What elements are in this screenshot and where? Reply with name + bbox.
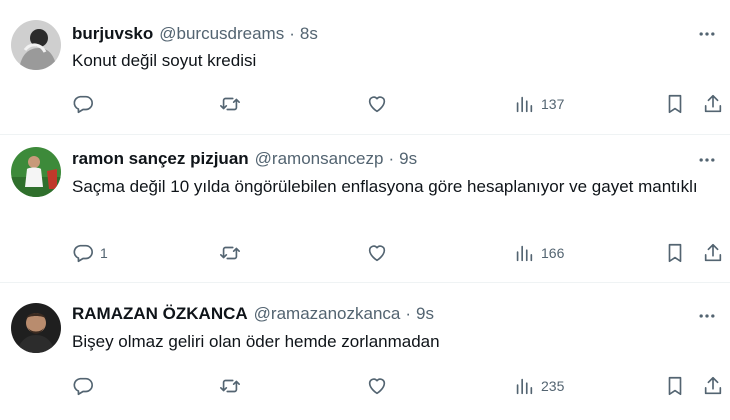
- like-button[interactable]: [366, 369, 388, 403]
- avatar[interactable]: [11, 303, 61, 353]
- more-button[interactable]: [690, 148, 724, 172]
- timestamp[interactable]: 9s: [399, 149, 417, 169]
- avatar[interactable]: [11, 147, 61, 197]
- tweet-text: Konut değil soyut kredisi: [72, 51, 257, 70]
- share-icon: [704, 243, 722, 262]
- retweet-icon: [220, 97, 240, 111]
- action-bar: 235: [0, 369, 730, 403]
- user-handle[interactable]: @burcusdreams: [159, 24, 284, 44]
- reply-button[interactable]: [72, 87, 100, 121]
- tweet[interactable]: RAMAZAN ÖZKANCA @ramazanozkanca · 9s Biş…: [0, 283, 730, 420]
- heart-icon: [368, 245, 386, 262]
- share-button[interactable]: [702, 87, 724, 121]
- reply-icon: [73, 377, 93, 396]
- tweet-header: ramon sançez pizjuan @ramonsancezp · 9s: [72, 148, 670, 170]
- avatar[interactable]: [11, 20, 61, 70]
- user-handle[interactable]: @ramazanozkanca: [254, 304, 401, 324]
- tweet[interactable]: burjuvsko @burcusdreams · 8s Konut değil…: [0, 0, 730, 135]
- views-count: 137: [541, 96, 565, 112]
- reply-count: 1: [100, 245, 108, 261]
- display-name[interactable]: RAMAZAN ÖZKANCA: [72, 304, 248, 324]
- share-icon: [704, 94, 722, 113]
- bookmark-button[interactable]: [664, 369, 686, 403]
- tweet-text: Saçma değil 10 yılda öngörülebilen enfla…: [72, 177, 698, 196]
- tweet-header: burjuvsko @burcusdreams · 8s: [72, 23, 670, 45]
- timestamp[interactable]: 8s: [300, 24, 318, 44]
- heart-icon: [368, 96, 386, 113]
- tweet-feed: burjuvsko @burcusdreams · 8s Konut değil…: [0, 0, 730, 420]
- tweet-header: RAMAZAN ÖZKANCA @ramazanozkanca · 9s: [72, 303, 670, 325]
- retweet-button[interactable]: [219, 369, 241, 403]
- bookmark-icon: [668, 376, 682, 396]
- more-icon: [699, 32, 715, 36]
- bookmark-icon: [668, 94, 682, 114]
- bookmark-icon: [668, 243, 682, 263]
- share-button[interactable]: [702, 369, 724, 403]
- separator: ·: [388, 149, 395, 168]
- more-button[interactable]: [690, 22, 724, 46]
- views-count: 235: [541, 378, 565, 394]
- separator: ·: [405, 304, 412, 323]
- like-button[interactable]: [366, 87, 388, 121]
- retweet-button[interactable]: [219, 87, 241, 121]
- retweet-icon: [220, 246, 240, 260]
- views-button[interactable]: 235: [513, 369, 564, 403]
- action-bar: 1 166: [0, 236, 730, 270]
- views-button[interactable]: 166: [513, 236, 564, 270]
- share-icon: [704, 376, 722, 395]
- reply-button[interactable]: [72, 369, 100, 403]
- separator: ·: [289, 24, 295, 43]
- heart-icon: [368, 378, 386, 395]
- retweet-icon: [220, 379, 240, 393]
- tweet[interactable]: ramon sançez pizjuan @ramonsancezp · 9s …: [0, 135, 730, 283]
- views-chart-icon: [516, 96, 533, 113]
- views-count: 166: [541, 245, 565, 261]
- more-icon: [699, 158, 715, 162]
- views-chart-icon: [516, 378, 533, 395]
- reply-icon: [73, 244, 93, 263]
- display-name[interactable]: ramon sançez pizjuan: [72, 149, 249, 169]
- bookmark-button[interactable]: [664, 87, 686, 121]
- retweet-button[interactable]: [219, 236, 241, 270]
- display-name[interactable]: burjuvsko: [72, 24, 153, 44]
- user-handle[interactable]: @ramonsancezp: [255, 149, 384, 169]
- like-button[interactable]: [366, 236, 388, 270]
- share-button[interactable]: [702, 236, 724, 270]
- timestamp[interactable]: 9s: [416, 304, 434, 324]
- reply-icon: [73, 95, 93, 114]
- more-icon: [699, 314, 715, 318]
- tweet-text: Bişey olmaz geliri olan öder hemde zorla…: [72, 332, 440, 351]
- views-button[interactable]: 137: [513, 87, 564, 121]
- action-bar: 137: [0, 87, 730, 121]
- more-button[interactable]: [690, 304, 724, 328]
- views-chart-icon: [516, 245, 533, 262]
- reply-button[interactable]: 1: [72, 236, 108, 270]
- bookmark-button[interactable]: [664, 236, 686, 270]
